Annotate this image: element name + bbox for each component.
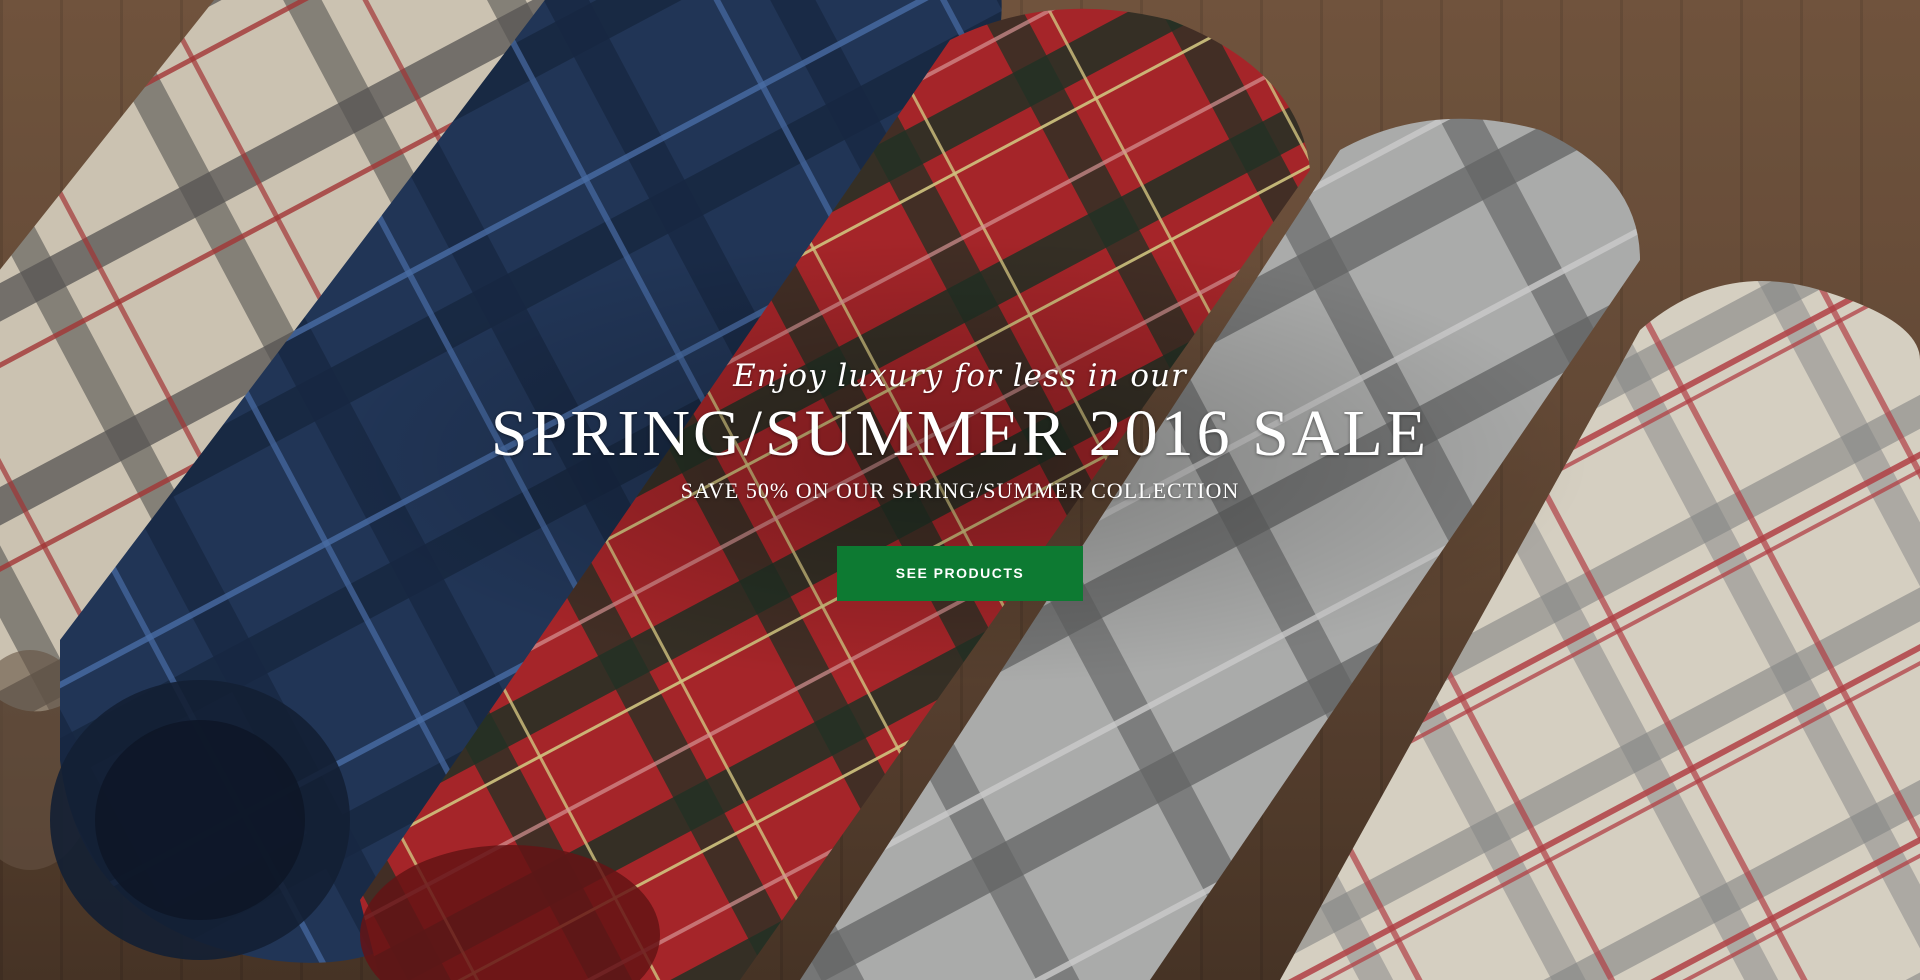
hero-kicker: Enjoy luxury for less in our xyxy=(733,358,1187,394)
hero-banner: Enjoy luxury for less in our SPRING/SUMM… xyxy=(0,0,1920,980)
hero-content: Enjoy luxury for less in our SPRING/SUMM… xyxy=(0,356,1920,601)
hero-title: SPRING/SUMMER 2016 SALE xyxy=(490,397,1430,470)
hero-subtitle: SAVE 50% ON OUR SPRING/SUMMER COLLECTION xyxy=(680,478,1240,503)
see-products-button[interactable]: SEE PRODUCTS xyxy=(837,546,1083,601)
